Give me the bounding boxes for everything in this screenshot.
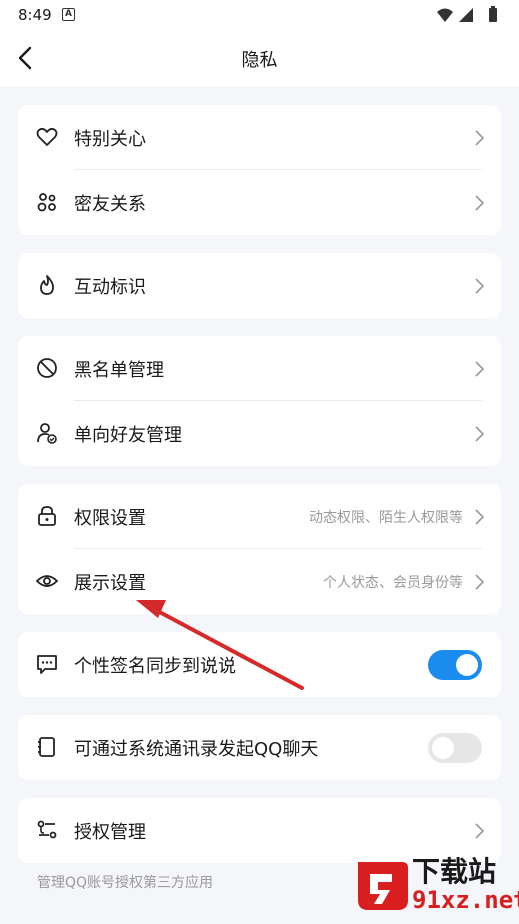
friends-icon (37, 193, 56, 212)
watermark: 下载站 91xz.net (352, 848, 519, 920)
item-description: 动态权限、陌生人权限等 (309, 510, 463, 526)
flame-icon (40, 275, 54, 295)
item-label: 展示设置 (74, 573, 146, 594)
item-label: 个性签名同步到说说 (74, 656, 236, 677)
contacts-book-icon (38, 737, 55, 757)
chevron-right-icon (475, 823, 485, 839)
signature-sync-toggle[interactable] (428, 650, 482, 680)
group-care: 特别关心 密友关系 (18, 105, 501, 235)
wifi-icon (437, 8, 453, 22)
group-permissions: 权限设置 动态权限、陌生人权限等 展示设置 个人状态、会员身份等 (18, 484, 501, 614)
item-label: 特别关心 (74, 129, 146, 150)
chevron-right-icon (475, 130, 485, 146)
watermark-domain: 91xz.net (412, 886, 519, 914)
authorize-icon (37, 820, 57, 839)
item-signature-sync: 个性签名同步到说说 (18, 632, 501, 697)
comment-icon (37, 655, 57, 674)
item-close-friends[interactable]: 密友关系 (18, 170, 501, 235)
item-label: 密友关系 (74, 194, 146, 215)
item-label: 黑名单管理 (74, 360, 164, 381)
item-permission-settings[interactable]: 权限设置 动态权限、陌生人权限等 (18, 484, 501, 549)
item-special-care[interactable]: 特别关心 (18, 105, 501, 170)
user-check-icon (37, 423, 57, 444)
group-contacts: 可通过系统通讯录发起QQ聊天 (18, 715, 501, 780)
toggle-knob (456, 654, 478, 676)
chevron-right-icon (475, 195, 485, 211)
group-signature: 个性签名同步到说说 (18, 632, 501, 697)
group-interaction: 互动标识 (18, 253, 501, 318)
item-label: 授权管理 (74, 822, 146, 843)
item-label: 可通过系统通讯录发起QQ聊天 (74, 739, 319, 760)
page-title: 隐私 (241, 50, 278, 71)
notification-icon: A (62, 8, 75, 21)
heart-icon (36, 127, 58, 146)
toggle-knob (432, 737, 454, 759)
status-time: 8:49 (18, 6, 52, 24)
item-contacts-chat: 可通过系统通讯录发起QQ聊天 (18, 715, 501, 780)
chevron-right-icon (475, 509, 485, 525)
chevron-right-icon (475, 361, 485, 377)
status-bar: 8:49 A (0, 0, 519, 30)
eye-icon (36, 575, 58, 587)
item-one-way-friends[interactable]: 单向好友管理 (18, 401, 501, 466)
item-description: 个人状态、会员身份等 (323, 575, 463, 591)
group-blocking: 黑名单管理 单向好友管理 (18, 336, 501, 466)
item-interaction-marks[interactable]: 互动标识 (18, 253, 501, 318)
item-label: 互动标识 (74, 277, 146, 298)
nav-header: 隐私 (0, 30, 519, 86)
watermark-logo (358, 862, 408, 910)
item-blacklist[interactable]: 黑名单管理 (18, 336, 501, 401)
signal-icon (459, 8, 473, 22)
item-display-settings[interactable]: 展示设置 个人状态、会员身份等 (18, 549, 501, 614)
item-label: 单向好友管理 (74, 425, 182, 446)
status-icons (437, 6, 497, 22)
authorization-footnote: 管理QQ账号授权第三方应用 (37, 875, 214, 891)
chevron-right-icon (475, 574, 485, 590)
block-icon (37, 358, 57, 378)
contacts-chat-toggle[interactable] (428, 733, 482, 763)
watermark-brand: 下载站 (412, 855, 497, 888)
chevron-right-icon (475, 278, 485, 294)
chevron-right-icon (475, 426, 485, 442)
battery-icon (489, 8, 497, 22)
item-label: 权限设置 (74, 508, 146, 529)
lock-icon (38, 506, 56, 526)
